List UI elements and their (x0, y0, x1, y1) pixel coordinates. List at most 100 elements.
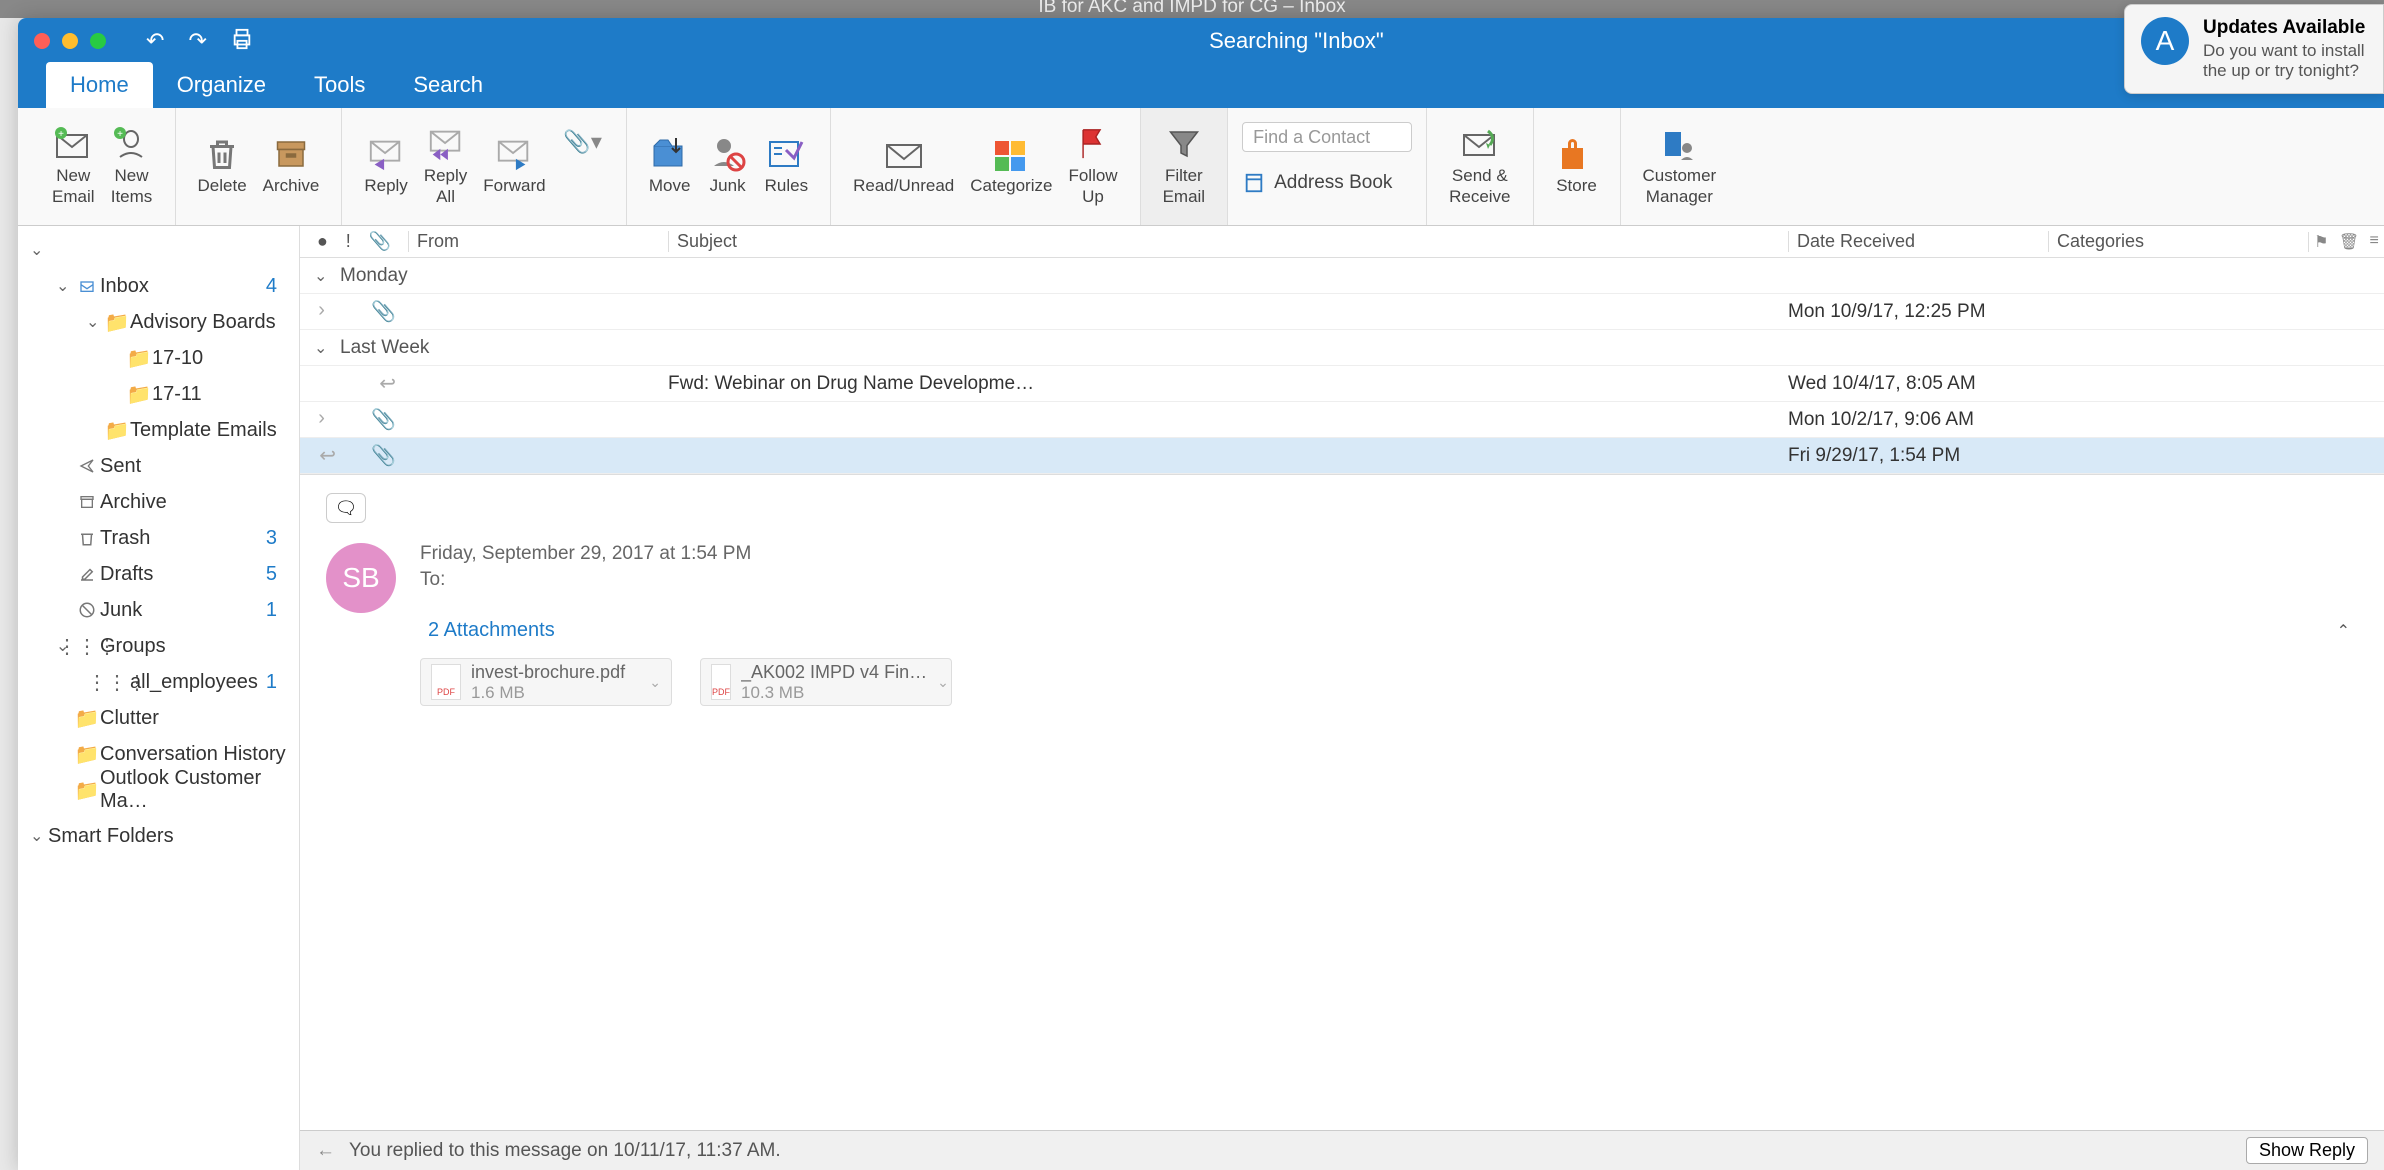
app-store-icon (2141, 17, 2189, 65)
background-window-title: IB for AKC and IMPD for CG – Inbox (0, 0, 2384, 12)
send-receive-button[interactable]: Send & Receive (1441, 122, 1518, 211)
col-from[interactable]: From (408, 231, 668, 252)
chevron-down-icon[interactable]: ⌄ (649, 674, 661, 691)
sidebar-account[interactable]: ⌄ (18, 232, 299, 268)
reply-all-button[interactable]: Reply All (416, 122, 475, 211)
minimize-window-icon[interactable] (62, 33, 78, 49)
forward-icon (493, 136, 535, 172)
store-button[interactable]: Store (1548, 132, 1606, 200)
attachment-icon: 📎 (371, 443, 396, 468)
group-last-week[interactable]: ⌄Last Week (300, 330, 2384, 366)
read-unread-icon (883, 136, 925, 172)
sidebar: ⌄ ⌄Inbox4 ⌄📁Advisory Boards 📁17-10 📁17-1… (18, 226, 300, 1170)
back-arrow-icon[interactable]: ← (316, 1140, 335, 1162)
new-items-icon: + (111, 126, 153, 162)
email-row[interactable]: ↩ Fwd: Webinar on Drug Name Developme… W… (300, 366, 2384, 402)
redo-icon[interactable]: ↷ (188, 28, 206, 54)
flag-icon (1072, 126, 1114, 162)
sidebar-clutter[interactable]: 📁Clutter (18, 700, 299, 736)
address-book-button[interactable]: Address Book (1242, 172, 1392, 194)
print-icon[interactable] (231, 28, 253, 54)
close-window-icon[interactable] (34, 33, 50, 49)
attachment-item[interactable]: PDF invest-brochure.pdf 1.6 MB ⌄ (420, 658, 672, 706)
maximize-window-icon[interactable] (90, 33, 106, 49)
sidebar-groups[interactable]: ⌄⋮⋮⋮Groups (18, 628, 299, 664)
sidebar-drafts[interactable]: Drafts5 (18, 556, 299, 592)
tab-organize[interactable]: Organize (153, 62, 290, 108)
trash-icon (201, 136, 243, 172)
new-items-button[interactable]: + New Items (103, 122, 161, 211)
conversation-icon[interactable]: 🗨 (326, 493, 366, 523)
delete-button[interactable]: Delete (190, 132, 255, 200)
chevron-up-icon: ⌃ (2337, 621, 2350, 641)
pdf-icon: PDF (711, 664, 731, 700)
follow-up-button[interactable]: Follow Up (1060, 122, 1125, 211)
sidebar-inbox[interactable]: ⌄Inbox4 (18, 268, 299, 304)
notification-title: Updates Available (2203, 17, 2367, 39)
col-subject[interactable]: Subject (668, 231, 1788, 252)
reply-bar: ← You replied to this message on 10/11/1… (300, 1130, 2384, 1170)
junk-icon (707, 136, 749, 172)
thread-chevron-icon[interactable]: › (318, 299, 325, 324)
rules-icon (765, 136, 807, 172)
attachment-item[interactable]: PDF _AK002 IMPD v4 Fin… 10.3 MB ⌄ (700, 658, 952, 706)
show-reply-button[interactable]: Show Reply (2246, 1137, 2368, 1164)
categorize-icon (990, 136, 1032, 172)
forward-button[interactable]: Forward (475, 132, 553, 200)
rules-button[interactable]: Rules (757, 132, 816, 200)
reply-note: You replied to this message on 10/11/17,… (349, 1140, 781, 1162)
read-unread-button[interactable]: Read/Unread (845, 132, 962, 200)
sidebar-ocm[interactable]: 📁Outlook Customer Ma… (18, 772, 299, 808)
sidebar-smart-folders[interactable]: ⌄Smart Folders (18, 818, 299, 854)
reply-button[interactable]: Reply (356, 132, 415, 200)
email-row[interactable]: › 📎 Mon 10/9/17, 12:25 PM (300, 294, 2384, 330)
sidebar-all-employees[interactable]: ⋮⋮⋮all_employees1 (18, 664, 299, 700)
sidebar-junk[interactable]: Junk1 (18, 592, 299, 628)
replied-icon: ↩ (319, 443, 336, 468)
tab-search[interactable]: Search (389, 62, 507, 108)
chevron-down-icon[interactable]: ⌄ (937, 674, 949, 691)
sidebar-sent[interactable]: Sent (18, 448, 299, 484)
replied-icon: ↩ (379, 371, 396, 396)
sidebar-1711[interactable]: 📁17-11 (18, 376, 299, 412)
tab-home[interactable]: Home (46, 62, 153, 108)
store-icon (1556, 136, 1598, 172)
col-date[interactable]: Date Received (1788, 231, 2048, 252)
respond-more-button[interactable]: 📎▾ (554, 120, 612, 164)
tab-tools[interactable]: Tools (290, 62, 389, 108)
thread-chevron-icon[interactable]: › (318, 407, 325, 432)
reading-pane: 🗨 SB Friday, September 29, 2017 at 1:54 … (300, 474, 2384, 1170)
sidebar-1710[interactable]: 📁17-10 (18, 340, 299, 376)
sidebar-templates[interactable]: 📁Template Emails (18, 412, 299, 448)
window-title: Searching "Inbox" (253, 28, 2340, 54)
svg-text:+: + (58, 129, 64, 140)
update-notification[interactable]: Updates Available Do you want to install… (2124, 4, 2384, 94)
categorize-button[interactable]: Categorize (962, 132, 1060, 200)
flag-col-icon[interactable]: ⚑ (2314, 232, 2328, 252)
sidebar-trash[interactable]: Trash3 (18, 520, 299, 556)
attachments-toggle[interactable]: 2 Attachments ⌃ (420, 615, 2358, 646)
archive-button[interactable]: Archive (255, 132, 328, 200)
move-button[interactable]: Move (641, 132, 699, 200)
customer-manager-button[interactable]: Customer Manager (1635, 122, 1725, 211)
undo-icon[interactable]: ↶ (146, 28, 164, 54)
find-contact-input[interactable]: Find a Contact (1242, 122, 1412, 152)
sidebar-advisory[interactable]: ⌄📁Advisory Boards (18, 304, 299, 340)
email-to: To: (420, 569, 2358, 591)
column-header: ●!📎 From Subject Date Received Categorie… (300, 226, 2384, 258)
send-receive-icon (1459, 126, 1501, 162)
junk-button[interactable]: Junk (699, 132, 757, 200)
attachment-small-icon: 📎▾ (562, 124, 604, 160)
task-col-icon[interactable]: ≡ (2369, 232, 2378, 252)
move-icon (649, 136, 691, 172)
filter-email-button[interactable]: Filter Email (1155, 122, 1214, 211)
col-categories[interactable]: Categories (2048, 231, 2308, 252)
email-row[interactable]: › 📎 Mon 10/2/17, 9:06 AM (300, 402, 2384, 438)
titlebar: ↶ ↷ Searching "Inbox" (18, 18, 2384, 63)
new-email-button[interactable]: + New Email (44, 122, 103, 211)
email-row[interactable]: ↩ 📎 Fri 9/29/17, 1:54 PM (300, 438, 2384, 474)
attachment-icon: 📎 (371, 299, 396, 324)
sidebar-archive[interactable]: Archive (18, 484, 299, 520)
group-monday[interactable]: ⌄Monday (300, 258, 2384, 294)
delete-col-icon[interactable]: 🗑 (2339, 232, 2359, 252)
